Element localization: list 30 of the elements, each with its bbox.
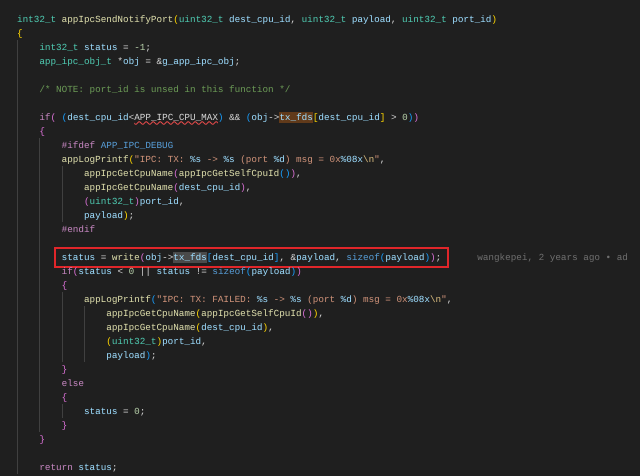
code-line: #ifdef APP_IPC_DEBUG: [62, 140, 174, 150]
code-line: return status;: [39, 462, 118, 472]
code-line: appIpcGetCpuName(dest_cpu_id),: [106, 322, 274, 332]
code-line: (uint32_t)port_id,: [84, 196, 184, 206]
code-line: else: [62, 378, 84, 388]
code-line: int32_t appIpcSendNotifyPort(uint32_t dest_cpu_id, uint32_t payload, uint32_t port_id): [17, 14, 497, 24]
code-line: appIpcGetCpuName(appIpcGetSelfCpuId()),: [84, 168, 302, 178]
code-line: if(status < 0 || status != sizeof(payload)): [62, 266, 302, 276]
code-line: appIpcGetCpuName(dest_cpu_id),: [84, 182, 252, 192]
code-line: #endif: [62, 224, 96, 234]
code-line: status = write(obj->tx_fds[dest_cpu_id], &payload, sizeof(payload));: [56, 248, 448, 266]
code-line: }: [62, 364, 68, 374]
code-line: {: [17, 28, 23, 38]
code-line: {: [62, 392, 68, 402]
code-line: app_ipc_obj_t *obj = &g_app_ipc_obj;: [39, 56, 240, 66]
code-line: payload);: [106, 350, 156, 360]
code-line: status = 0;: [84, 406, 146, 416]
code-line: {: [62, 280, 68, 290]
code-line: }: [39, 434, 45, 444]
code-line: /* NOTE: port_id is unsed in this function */: [39, 84, 290, 94]
code-line: payload);: [84, 210, 134, 220]
code-line: if( (dest_cpu_id<APP_IPC_CPU_MAX) && (obj->tx_fds[dest_cpu_id] > 0)): [39, 112, 419, 122]
code-line: appIpcGetCpuName(appIpcGetSelfCpuId()),: [106, 308, 324, 318]
code-line: int32_t status = -1;: [39, 42, 151, 52]
blame-annotation: wangkepei, 2 years ago • ad: [477, 252, 628, 262]
code-line: {: [39, 126, 45, 136]
code-line: appLogPrintf("IPC: TX: FAILED: %s -> %s (port %d) msg = 0x%08x\n",: [84, 294, 452, 304]
code-line: }: [62, 420, 68, 430]
code-line: appLogPrintf("IPC: TX: %s -> %s (port %d) msg = 0x%08x\n",: [62, 154, 386, 164]
code-line: (uint32_t)port_id,: [106, 336, 207, 346]
